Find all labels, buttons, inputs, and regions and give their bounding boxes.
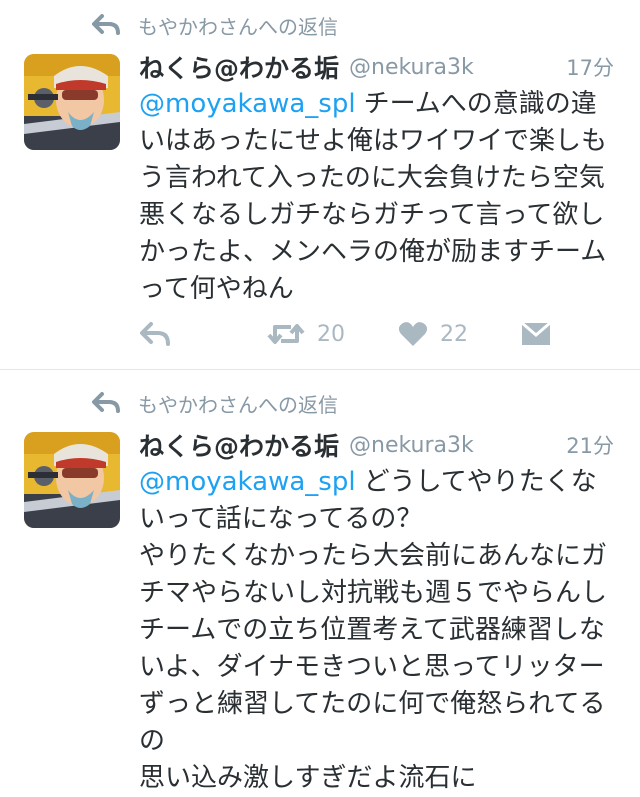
screen-name[interactable]: @nekura3k (349, 433, 474, 458)
tweet-2[interactable]: もやかわさんへの返信 ねくら@わかる垢 @nekura3k 21分 @moyak… (0, 369, 640, 793)
tweet-header: ねくら@わかる垢 @nekura3k 21分 (139, 428, 614, 462)
mention-link[interactable]: @moyakawa_spl (139, 467, 356, 497)
avatar[interactable] (24, 432, 120, 528)
direct-message-button[interactable] (521, 314, 551, 354)
reply-context[interactable]: もやかわさんへの返信 (92, 10, 338, 40)
tweet-text: @moyakawa_spl どうしてやりたくないって話になってるの？ やりたくなか… (139, 464, 619, 797)
timestamp[interactable]: 21分 (566, 430, 614, 460)
display-name[interactable]: ねくら@わかる垢 (139, 427, 339, 463)
reply-context[interactable]: もやかわさんへの返信 (92, 388, 338, 418)
timestamp[interactable]: 17分 (566, 52, 614, 82)
retweet-icon (267, 321, 305, 347)
tweet-text: @moyakawa_spl チームへの意識の違いはあったにせよ俺はワイワイで楽しも… (139, 86, 619, 308)
envelope-icon (521, 322, 551, 346)
retweet-button[interactable]: 20 (267, 314, 345, 354)
avatar-illustration (24, 54, 120, 150)
like-button[interactable]: 22 (398, 314, 468, 354)
mention-link[interactable]: @moyakawa_spl (139, 89, 356, 119)
tweet-header: ねくら@わかる垢 @nekura3k 17分 (139, 50, 614, 84)
heart-icon (398, 321, 428, 347)
tweet-body: どうしてやりたくないって話になってるの？ やりたくなかったら大会前にあんなにガチ… (139, 467, 608, 793)
retweet-count: 20 (317, 321, 345, 347)
like-count: 22 (440, 321, 468, 347)
action-bar: 20 22 (139, 314, 559, 354)
display-name[interactable]: ねくら@わかる垢 (139, 49, 339, 85)
reply-context-label: もやかわさんへの返信 (138, 14, 338, 39)
reply-button[interactable] (139, 314, 171, 354)
screen-name[interactable]: @nekura3k (349, 55, 474, 80)
avatar-illustration (24, 432, 120, 528)
tweet-1[interactable]: もやかわさんへの返信 ねくら@わかる垢 @nekura3k 17分 @moyak… (0, 0, 640, 369)
reply-icon (139, 321, 171, 347)
tweet-body: チームへの意識の違いはあったにせよ俺はワイワイで楽しもう言われて入ったのに大会負… (139, 89, 608, 304)
reply-arrow-icon (92, 14, 120, 36)
avatar[interactable] (24, 54, 120, 150)
reply-context-label: もやかわさんへの返信 (138, 392, 338, 417)
reply-arrow-icon (92, 392, 120, 414)
